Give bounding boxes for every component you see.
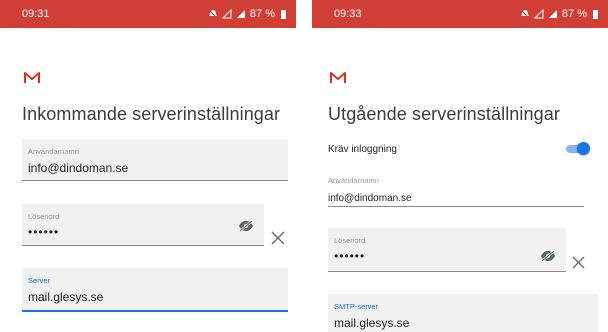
require-login-toggle[interactable] [566,142,590,155]
incoming-settings-screen: 09:31 87 % Inkommande serverinställninga… [0,0,296,332]
password-value: •••••• [334,249,366,263]
battery-icon [281,9,286,19]
signal-empty-icon [533,9,544,19]
signal-empty-icon [221,9,232,19]
signal-icon [548,10,557,18]
username-value[interactable]: info@dindoman.se [328,193,412,204]
password-label: Lösenord [28,212,60,221]
password-field[interactable]: Lösenord •••••• [328,228,566,272]
password-value: •••••• [28,225,60,239]
status-time: 09:31 [22,8,50,20]
battery-icon [593,9,598,19]
battery-percent: 87 % [249,8,275,20]
clear-icon[interactable] [271,231,285,245]
page-title: Inkommande serverinställningar [22,104,281,124]
page-title: Utgående serverinställningar [328,104,560,124]
status-bar: 09:31 87 % [0,0,296,28]
server-label: Server [28,276,51,285]
smtp-server-label: SMTP-server [334,302,379,311]
password-field[interactable]: Lösenord •••••• [22,204,264,246]
alarm-off-icon [208,9,218,19]
username-underline [328,206,584,207]
battery-percent: 87 % [561,8,587,20]
status-bar: 09:33 87 % [312,0,608,28]
password-label: Lösenord [334,236,366,245]
server-field[interactable]: Server mail.glesys.se [22,268,288,312]
signal-icon [236,10,245,18]
username-label: Användarnamn [328,176,379,185]
visibility-off-icon[interactable] [540,250,556,262]
smtp-server-value: mail.glesys.se [334,316,410,330]
clear-icon[interactable] [572,256,585,269]
username-value: info@dindoman.se [28,161,129,175]
username-label: Användarnamn [28,147,79,156]
gmail-logo [330,72,346,83]
require-login-label: Kräv inloggning [328,144,397,155]
visibility-off-icon[interactable] [238,220,254,232]
gmail-logo [24,72,40,83]
alarm-off-icon [520,9,530,19]
server-value: mail.glesys.se [28,290,104,304]
outgoing-settings-screen: 09:33 87 % Utgående serverinställningar … [312,0,608,332]
status-time: 09:33 [334,8,362,20]
smtp-server-field[interactable]: SMTP-server mail.glesys.se [328,294,598,332]
username-field[interactable]: Användarnamn info@dindoman.se [22,139,288,181]
